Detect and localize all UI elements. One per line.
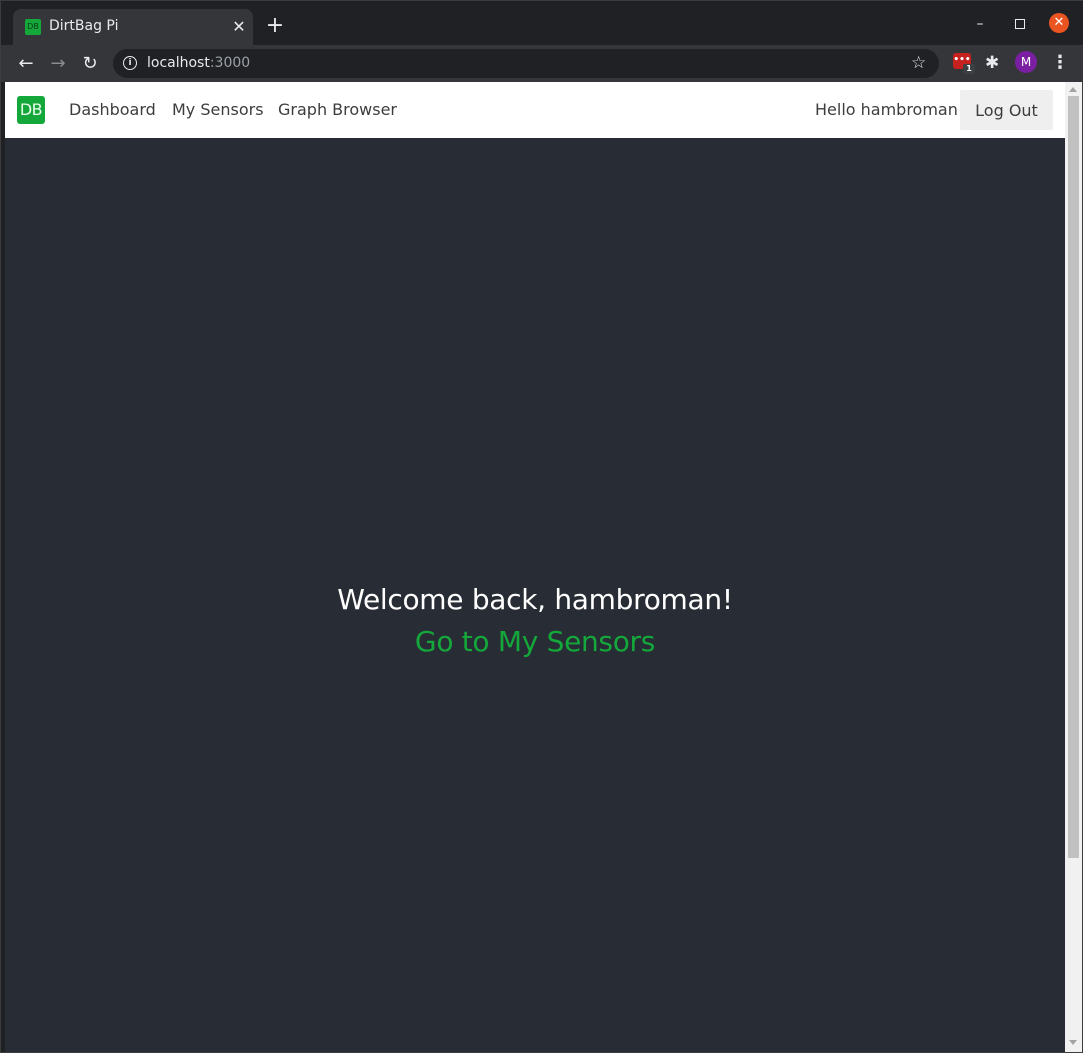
kebab-menu-icon[interactable]: ⋮: [1051, 51, 1069, 75]
browser-toolbar: ← → ↻ i localhost:3000 ☆ ••• 1 ✱ M ⋮: [1, 45, 1083, 82]
url-port: :3000: [209, 55, 251, 71]
go-to-my-sensors-link[interactable]: Go to My Sensors: [415, 620, 655, 664]
back-arrow-icon[interactable]: ←: [13, 51, 39, 77]
close-tab-icon[interactable]: ✕: [229, 17, 249, 37]
reload-icon[interactable]: ↻: [77, 51, 103, 77]
star-icon[interactable]: ☆: [911, 52, 926, 74]
url-text[interactable]: localhost:3000: [147, 55, 250, 71]
favicon-icon: DB: [25, 19, 41, 35]
minimize-icon[interactable]: –: [969, 13, 991, 35]
page-viewport: DB Dashboard My Sensors Graph Browser He…: [5, 82, 1065, 1052]
vertical-scrollbar[interactable]: [1065, 82, 1082, 1052]
scroll-up-icon[interactable]: [1069, 87, 1077, 92]
brand-logo[interactable]: DB: [17, 96, 45, 124]
tab-strip: DB DirtBag Pi ✕ + – ✕: [1, 1, 1083, 45]
active-tab[interactable]: DB DirtBag Pi ✕: [13, 9, 253, 45]
site-navbar: DB Dashboard My Sensors Graph Browser He…: [5, 82, 1065, 138]
browser-window: DB DirtBag Pi ✕ + – ✕ ← → ↻ i localhost:…: [0, 0, 1083, 1053]
tab-title: DirtBag Pi: [49, 18, 119, 34]
scroll-down-icon[interactable]: [1069, 1040, 1077, 1045]
user-greeting: Hello hambroman: [815, 100, 958, 119]
welcome-section: Welcome back, hambroman! Go to My Sensor…: [5, 580, 1065, 664]
maximize-icon[interactable]: [1009, 13, 1031, 35]
new-tab-button[interactable]: +: [263, 15, 287, 39]
extension-badge: 1: [963, 64, 975, 74]
url-host: localhost: [147, 55, 210, 71]
nav-link-my-sensors[interactable]: My Sensors: [172, 100, 264, 120]
nav-link-dashboard[interactable]: Dashboard: [69, 100, 156, 120]
forward-arrow-icon[interactable]: →: [45, 51, 71, 77]
welcome-heading: Welcome back, hambroman!: [337, 583, 733, 616]
nav-link-graph-browser[interactable]: Graph Browser: [278, 100, 397, 120]
close-window-icon[interactable]: ✕: [1049, 13, 1069, 33]
puzzle-icon[interactable]: ✱: [985, 51, 999, 75]
info-icon[interactable]: i: [123, 56, 137, 70]
scroll-thumb[interactable]: [1068, 96, 1079, 858]
logout-button[interactable]: Log Out: [960, 90, 1053, 130]
address-bar[interactable]: i localhost:3000 ☆: [113, 49, 939, 78]
profile-avatar[interactable]: M: [1015, 51, 1037, 73]
